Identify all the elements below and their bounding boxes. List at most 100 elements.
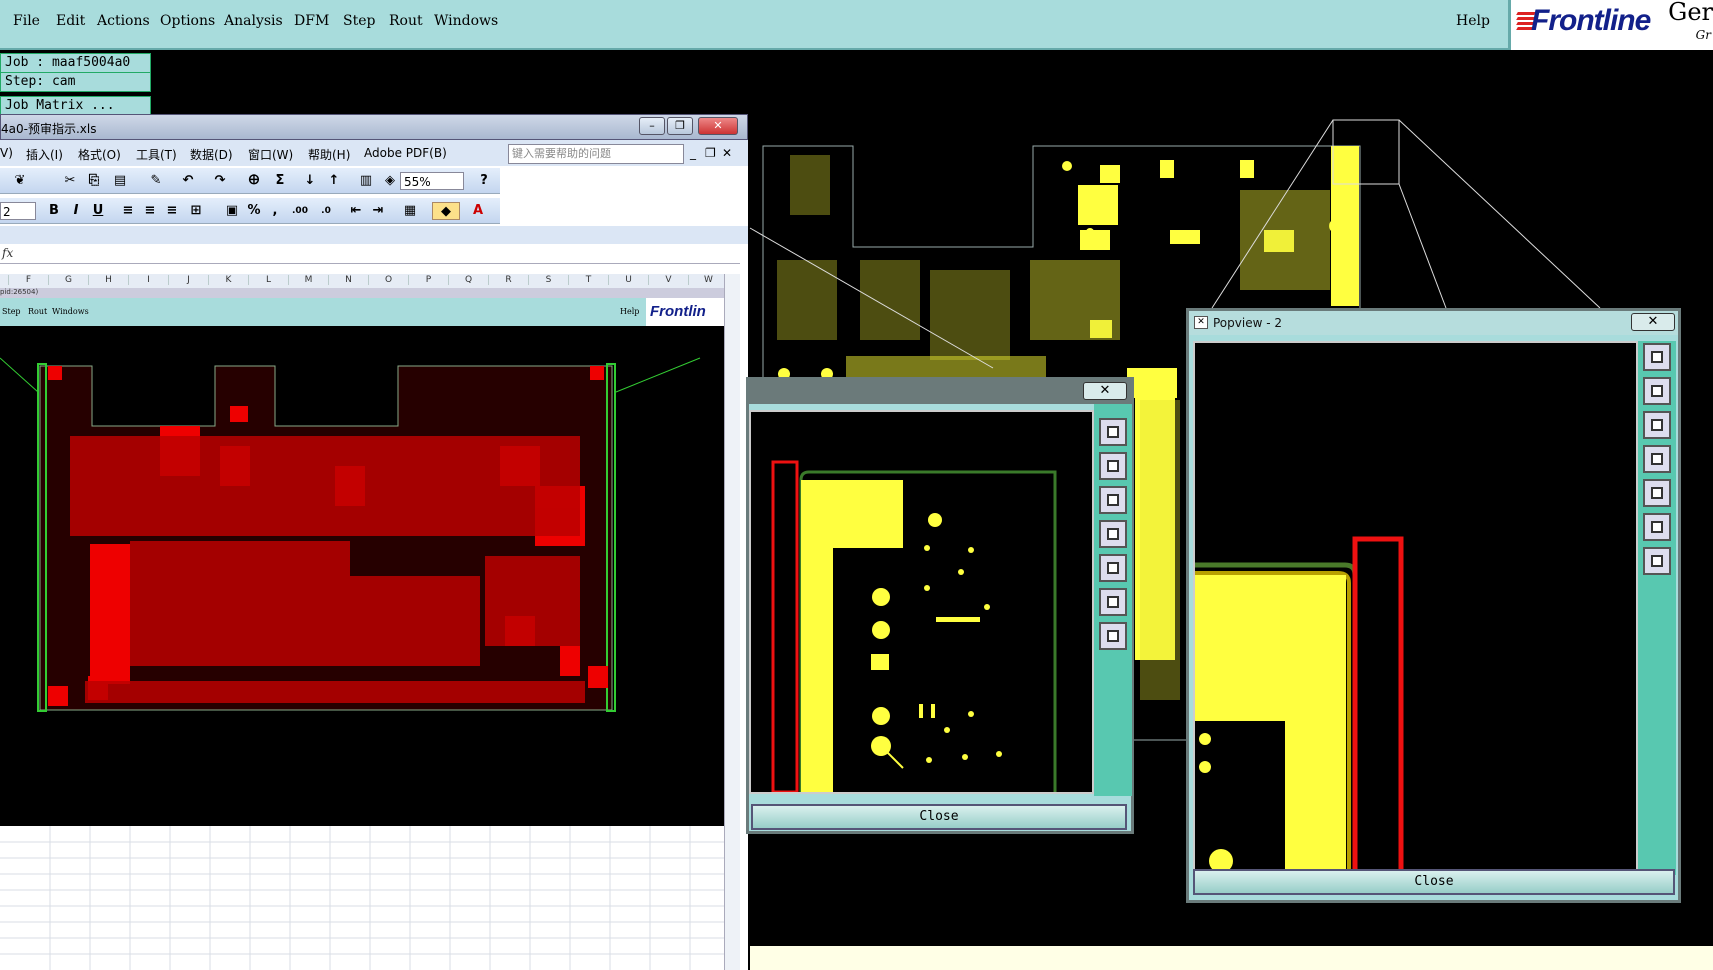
popview-2-close-button[interactable]: Close [1193,869,1675,895]
zoom-right-icon[interactable] [1099,554,1127,582]
column-header[interactable]: U [608,275,648,285]
zoom-down-icon[interactable] [1643,411,1671,439]
redo-icon[interactable]: ↷ [208,172,232,190]
excel-menu-format[interactable]: 格式(O) [78,146,121,163]
app-icon: ✕ [1194,316,1208,329]
chart-icon[interactable]: ▥ [356,172,376,190]
excel-menu-help[interactable]: 帮助(H) [308,146,350,163]
currency-icon[interactable]: ▣ [222,202,242,220]
column-header[interactable]: V [648,275,688,285]
hyperlink-icon[interactable]: 🜨 [244,172,264,190]
copy-icon[interactable]: ⎘ [84,172,104,190]
excel-menu-data[interactable]: 数据(D) [190,146,233,163]
zoom-select[interactable]: 55% [400,172,464,190]
column-header[interactable]: T [568,275,608,285]
sheet-grid[interactable] [0,826,724,970]
zoom-home-icon[interactable] [1643,343,1671,371]
percent-icon[interactable]: % [244,202,264,220]
align-right-icon[interactable]: ≡ [162,202,182,220]
format-painter-icon[interactable]: ✎ [146,172,166,190]
paste-icon[interactable]: ▤ [108,172,132,190]
column-header[interactable]: J [168,275,208,285]
column-header[interactable]: H [88,275,128,285]
excel-menu-insert[interactable]: 插入(I) [26,146,63,163]
close-button[interactable]: ✕ [698,117,738,135]
help-search-input[interactable]: 键入需要帮助的问题 [508,144,684,164]
excel-doc-restore[interactable]: ❐ [705,146,716,160]
excel-doc-min[interactable]: _ [690,146,696,160]
zoom-left-icon[interactable] [1099,520,1127,548]
italic-button[interactable]: I [66,202,86,220]
column-header[interactable]: F [8,275,48,285]
popview-2-canvas[interactable] [1193,341,1638,882]
column-header[interactable]: N [328,275,368,285]
decrease-indent-icon[interactable]: ⇤ [346,202,366,220]
formula-bar[interactable]: fx [0,244,740,264]
column-header[interactable]: G [48,275,88,285]
help-icon[interactable]: ? [474,172,494,190]
excel-doc-close[interactable]: ✕ [722,146,732,160]
zoom-right-icon[interactable] [1643,479,1671,507]
excel-menu-window[interactable]: 窗口(W) [248,146,293,163]
comma-icon[interactable]: , [268,202,282,220]
cut-icon[interactable]: ✂ [60,172,80,190]
sort-asc-icon[interactable]: ↓ [300,172,320,190]
align-center-icon[interactable]: ≡ [140,202,160,220]
column-header[interactable]: W [688,275,728,285]
fill-color-icon[interactable]: ◆ [432,202,460,220]
column-header[interactable]: L [248,275,288,285]
sort-desc-icon[interactable]: ↑ [324,172,344,190]
zoom-home-icon[interactable] [1099,418,1127,446]
drawing-icon[interactable]: ◈ [380,172,400,190]
excel-title: 4a0-预审指示.xls [1,122,97,136]
bold-button[interactable]: B [44,202,64,220]
popview-2-title: Popview - 2 [1213,316,1282,330]
zoom-fit-icon[interactable] [1643,513,1671,541]
column-header[interactable]: I [128,275,168,285]
column-header[interactable]: P [408,275,448,285]
popview-1-x-button[interactable]: ✕ [1083,382,1127,400]
zoom-up-icon[interactable] [1099,452,1127,480]
zoom-down-icon[interactable] [1099,486,1127,514]
fx-icon: fx [2,246,14,260]
excel-menu-tools[interactable]: 工具(T) [136,146,177,163]
excel-menu-view[interactable]: V) [0,146,13,160]
research-icon[interactable]: ❦ [10,172,30,190]
font-color-icon[interactable]: A [466,202,490,220]
increase-indent-icon[interactable]: ⇥ [368,202,388,220]
emb-logo-text: Frontlin [650,303,706,320]
zoom-fit-icon[interactable] [1099,588,1127,616]
embedded-screenshot[interactable]: pid:26504) Step Rout Windows Help Frontl… [0,288,724,826]
column-header[interactable]: O [368,275,408,285]
excel-standard-toolbar: ❦ ✂ ⎘ ▤ ✎ ↶ ↷ 🜨 Σ ↓ ↑ ▥ ◈ 55% ? [0,168,500,194]
excel-menu-adobe[interactable]: Adobe PDF(B) [364,146,447,160]
column-header[interactable]: R [488,275,528,285]
column-header[interactable]: S [528,275,568,285]
zoom-center-icon[interactable] [1099,622,1127,650]
borders-icon[interactable]: ▦ [398,202,422,220]
increase-decimal-icon[interactable]: .00 [288,202,312,220]
zoom-center-icon[interactable] [1643,547,1671,575]
excel-window: 4a0-预审指示.xls – ❐ ✕ V) 插入(I) 格式(O) 工具(T) … [0,114,748,970]
minimize-button[interactable]: – [639,117,665,135]
undo-icon[interactable]: ↶ [176,172,200,190]
popview-1-canvas[interactable] [749,410,1094,794]
vertical-scrollbar[interactable] [724,274,740,970]
font-size-select[interactable]: 2 [0,202,36,220]
zoom-up-icon[interactable] [1643,377,1671,405]
align-left-icon[interactable]: ≡ [118,202,138,220]
maximize-button[interactable]: ❐ [667,117,693,135]
popview-1-toolbar [1094,404,1132,796]
column-header[interactable]: M [288,275,328,285]
merge-icon[interactable]: ⊞ [186,202,206,220]
emb-menu-step: Step [2,307,21,316]
decrease-decimal-icon[interactable]: .0 [314,202,338,220]
column-header[interactable]: K [208,275,248,285]
popview-2-x-button[interactable]: ✕ [1631,313,1675,331]
zoom-left-icon[interactable] [1643,445,1671,473]
underline-button[interactable]: U [88,202,108,220]
excel-format-toolbar: 2 B I U ≡ ≡ ≡ ⊞ ▣ % , .00 .0 ⇤ ⇥ ▦ ◆ A [0,198,500,224]
popview-1-close-button[interactable]: Close [751,804,1127,830]
column-header[interactable]: Q [448,275,488,285]
autosum-icon[interactable]: Σ [270,172,290,190]
